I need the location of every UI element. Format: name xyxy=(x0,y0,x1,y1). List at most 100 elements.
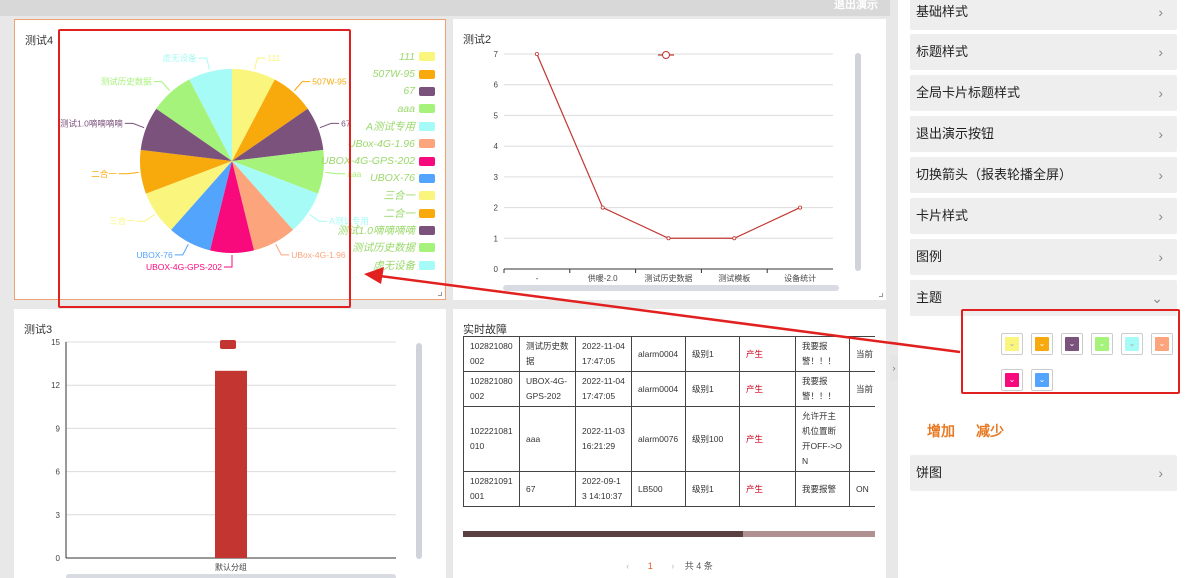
menu-item[interactable]: 标题样式 › xyxy=(910,34,1177,70)
table-row[interactable]: 102821080002 UBOX-4G-GPS-202 2022-11-04 17… xyxy=(463,371,875,407)
chevron-right-icon: › xyxy=(1158,4,1163,20)
legend-swatch xyxy=(419,86,435,96)
next-page-button[interactable]: › xyxy=(671,561,674,571)
x-tick-label: 测试模板 xyxy=(718,273,750,283)
chevron-right-icon: › xyxy=(1158,208,1163,224)
legend-swatch xyxy=(419,260,435,270)
table-cell: 102221081010 xyxy=(463,406,520,472)
legend-label: 111 xyxy=(399,50,415,63)
resize-handle[interactable] xyxy=(438,292,442,296)
y-tick-label: 15 xyxy=(51,338,60,347)
table-row[interactable]: 102821091001 67 2022-09-13 14:10:37 LB500 级别… xyxy=(463,471,875,507)
table-cell: 2022-09-13 14:10:37 xyxy=(575,471,632,507)
menu-item[interactable]: 图例 › xyxy=(910,239,1177,275)
y-tick-label: 1 xyxy=(494,234,499,243)
legend-swatch xyxy=(419,208,435,218)
prev-page-button[interactable]: ‹ xyxy=(626,561,629,571)
legend-swatch xyxy=(419,139,435,149)
legend-label: 测试历史数据 xyxy=(352,242,415,255)
table-cell: 102821080002 xyxy=(463,336,520,372)
menu-item[interactable]: 卡片样式 › xyxy=(910,198,1177,234)
legend-swatch xyxy=(419,69,435,79)
horizontal-scrollbar[interactable] xyxy=(66,574,396,578)
table-cell: 2022-11-03 16:21:29 xyxy=(575,406,632,472)
menu-item-label: 饼图 xyxy=(916,465,943,480)
line-point xyxy=(798,205,803,210)
table-cell: ON xyxy=(849,471,875,507)
table-cell: alarm0004 xyxy=(631,371,686,407)
vertical-scrollbar[interactable] xyxy=(855,53,861,271)
fault-table-viewport[interactable]: 102821080002 测试历史数据 2022-11-04 17:47:05 ala… xyxy=(453,323,875,539)
line-point xyxy=(534,52,539,57)
add-color-button[interactable]: 增加 xyxy=(927,421,955,441)
line-chart: 0 1 2 3 4 5 6 7 - 供暖-2.0 测试历史数据 测试模板 设备统计 xyxy=(494,50,833,283)
x-tick-label: 默认分组 xyxy=(215,562,247,572)
remove-color-button[interactable]: 减少 xyxy=(976,421,1004,441)
sidebar-collapse-handle[interactable]: › xyxy=(890,355,898,381)
y-tick-label: 2 xyxy=(494,204,499,213)
bar-chart: 0 3 6 9 12 15 默认分组 xyxy=(51,338,396,572)
legend-label: 507W-95 xyxy=(372,68,415,81)
dashboard-editor: 退出演示 测试4 111 507W-95 67 aaa A测试专用 UBox-4G-1.9… xyxy=(0,0,1185,578)
line-card[interactable]: 测试2 0 1 2 3 4 5 6 7- 供暖-2.0 测试历史数据 测试模板 设备统计 xyxy=(453,19,886,300)
menu-item-label: 全局卡片标题样式 xyxy=(916,85,1021,100)
table-scrollbar-track xyxy=(743,531,875,537)
table-cell: UBOX-4G-GPS-202 xyxy=(519,371,576,407)
legend-swatch xyxy=(419,191,435,201)
legend-swatch xyxy=(220,340,236,349)
table-cell: 2022-11-04 17:47:05 xyxy=(575,371,632,407)
table-cell: 102821080002 xyxy=(463,371,520,407)
table-cell: alarm0004 xyxy=(631,336,686,372)
table-cell: 我要报警！！！ xyxy=(795,336,850,372)
theme-highlight xyxy=(961,309,1180,394)
y-tick-label: 12 xyxy=(51,381,60,390)
legend-swatch xyxy=(419,226,435,236)
y-tick-label: 0 xyxy=(56,554,61,563)
vertical-scrollbar[interactable] xyxy=(416,343,422,559)
menu-item-label: 基础样式 xyxy=(916,4,969,19)
table-cell: 我要报警 xyxy=(795,471,850,507)
top-bar: 退出演示 xyxy=(0,0,890,16)
table-cell: aaa xyxy=(519,406,576,472)
legend-label: UBox-4G-1.96 xyxy=(347,137,415,150)
x-tick-label: 测试历史数据 xyxy=(645,273,693,283)
chevron-right-icon: › xyxy=(1158,167,1163,183)
legend-swatch xyxy=(419,156,435,166)
menu-item[interactable]: 基础样式 › xyxy=(910,0,1177,30)
menu-item[interactable]: 切换箭头（报表轮播全屏） › xyxy=(910,157,1177,193)
y-tick-label: 5 xyxy=(494,111,499,120)
pagination: ‹ 1 › 共 4 条 xyxy=(453,559,886,572)
table-row[interactable]: 102821080002 测试历史数据 2022-11-04 17:47:05 ala… xyxy=(463,336,875,372)
legend-swatch xyxy=(419,243,435,253)
table-cell: 当前 < 10 xyxy=(849,371,875,407)
resize-handle[interactable] xyxy=(879,293,883,297)
y-tick-label: 3 xyxy=(56,511,61,520)
legend-swatch xyxy=(419,121,435,131)
table-cell: alarm0076 xyxy=(631,406,686,472)
legend-label: 二合一 xyxy=(383,207,416,220)
table-cell: 当前 < 10 xyxy=(849,336,875,372)
table-cell: 级别1 xyxy=(685,471,740,507)
legend-label: 67 xyxy=(403,85,415,98)
legend-label: aaa xyxy=(397,102,415,115)
y-tick-label: 0 xyxy=(494,265,499,274)
line-point xyxy=(666,236,671,241)
legend-label: 虚无设备 xyxy=(373,259,415,272)
horizontal-scrollbar[interactable] xyxy=(503,285,839,291)
x-tick-label: - xyxy=(536,274,539,283)
exit-demo-button[interactable]: 退出演示 xyxy=(834,0,878,12)
menu-item-label: 退出演示按钮 xyxy=(916,126,995,141)
page-number[interactable]: 1 xyxy=(648,561,653,571)
y-tick-label: 7 xyxy=(494,50,499,59)
bar-card[interactable]: 测试3 0 3 6 9 12 15 默认分组 xyxy=(14,309,446,578)
menu-item[interactable]: 退出演示按钮 › xyxy=(910,116,1177,152)
chevron-right-icon: › xyxy=(1158,249,1163,265)
x-tick-label: 设备统计 xyxy=(784,273,816,283)
y-tick-label: 6 xyxy=(56,468,61,477)
chevron-right-icon: › xyxy=(1158,465,1163,481)
fault-table: 102821080002 测试历史数据 2022-11-04 17:47:05 ala… xyxy=(463,336,875,507)
menu-item-label: 标题样式 xyxy=(916,44,969,59)
table-row[interactable]: 102221081010 aaa 2022-11-03 16:21:29 alarm0… xyxy=(463,406,875,472)
menu-item-pie[interactable]: 饼图 › xyxy=(910,455,1177,491)
menu-item[interactable]: 全局卡片标题样式 › xyxy=(910,75,1177,111)
